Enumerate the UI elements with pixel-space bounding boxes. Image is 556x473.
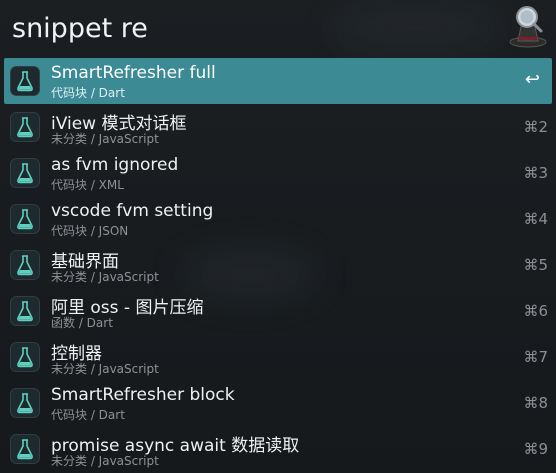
- result-shortcut: ⌘6: [523, 302, 548, 320]
- flask-icon: [10, 388, 40, 418]
- flask-icon: [10, 158, 40, 188]
- result-shortcut: ⌘8: [523, 394, 548, 412]
- flask-icon: [10, 66, 40, 96]
- result-subtitle: 未分类 / JavaScript: [51, 270, 159, 284]
- flask-icon: [10, 204, 40, 234]
- result-row-5[interactable]: 基础界面 未分类 / JavaScript ⌘5: [0, 242, 556, 288]
- launcher-window: SmartRefresher full 代码块 / Dart ↩ iView 模…: [0, 0, 556, 473]
- flask-icon: [10, 250, 40, 280]
- search-input[interactable]: [12, 8, 492, 48]
- result-row-7[interactable]: 控制器 未分类 / JavaScript ⌘7: [0, 334, 556, 380]
- flask-icon: [10, 296, 40, 326]
- result-shortcut: ⌘5: [523, 256, 548, 274]
- result-subtitle: 未分类 / JavaScript: [51, 362, 159, 376]
- result-subtitle: 代码块 / Dart: [51, 86, 125, 100]
- result-shortcut: ↩: [524, 69, 540, 90]
- result-subtitle: 未分类 / JavaScript: [51, 454, 159, 468]
- result-shortcut: ⌘4: [523, 210, 548, 228]
- result-shortcut: ⌘9: [523, 440, 548, 458]
- result-row-6[interactable]: 阿里 oss - 图片压缩 函数 / Dart ⌘6: [0, 288, 556, 334]
- flask-icon: [10, 434, 40, 464]
- search-bar: [0, 0, 556, 58]
- results-list: SmartRefresher full 代码块 / Dart ↩ iView 模…: [0, 58, 556, 472]
- result-subtitle: 代码块 / XML: [51, 178, 124, 192]
- result-subtitle: 未分类 / JavaScript: [51, 132, 159, 146]
- alfred-hat-icon[interactable]: [508, 4, 548, 48]
- flask-icon: [10, 342, 40, 372]
- result-row-4[interactable]: vscode fvm setting 代码块 / JSON ⌘4: [0, 196, 556, 242]
- result-row-1[interactable]: SmartRefresher full 代码块 / Dart ↩: [4, 58, 552, 104]
- flask-icon: [10, 112, 40, 142]
- result-subtitle: 代码块 / Dart: [51, 408, 125, 422]
- result-title: as fvm ignored: [51, 155, 179, 175]
- result-row-8[interactable]: SmartRefresher block 代码块 / Dart ⌘8: [0, 380, 556, 426]
- result-title: SmartRefresher full: [51, 63, 216, 83]
- result-shortcut: ⌘7: [523, 348, 548, 366]
- result-title: vscode fvm setting: [51, 201, 214, 221]
- result-title: SmartRefresher block: [51, 385, 235, 405]
- result-subtitle: 代码块 / JSON: [51, 224, 129, 238]
- result-shortcut: ⌘2: [523, 118, 548, 136]
- result-subtitle: 函数 / Dart: [51, 316, 113, 330]
- result-row-9[interactable]: promise async await 数据读取 未分类 / JavaScrip…: [0, 426, 556, 472]
- result-row-2[interactable]: iView 模式对话框 未分类 / JavaScript ⌘2: [0, 104, 556, 150]
- result-row-3[interactable]: as fvm ignored 代码块 / XML ⌘3: [0, 150, 556, 196]
- result-shortcut: ⌘3: [523, 164, 548, 182]
